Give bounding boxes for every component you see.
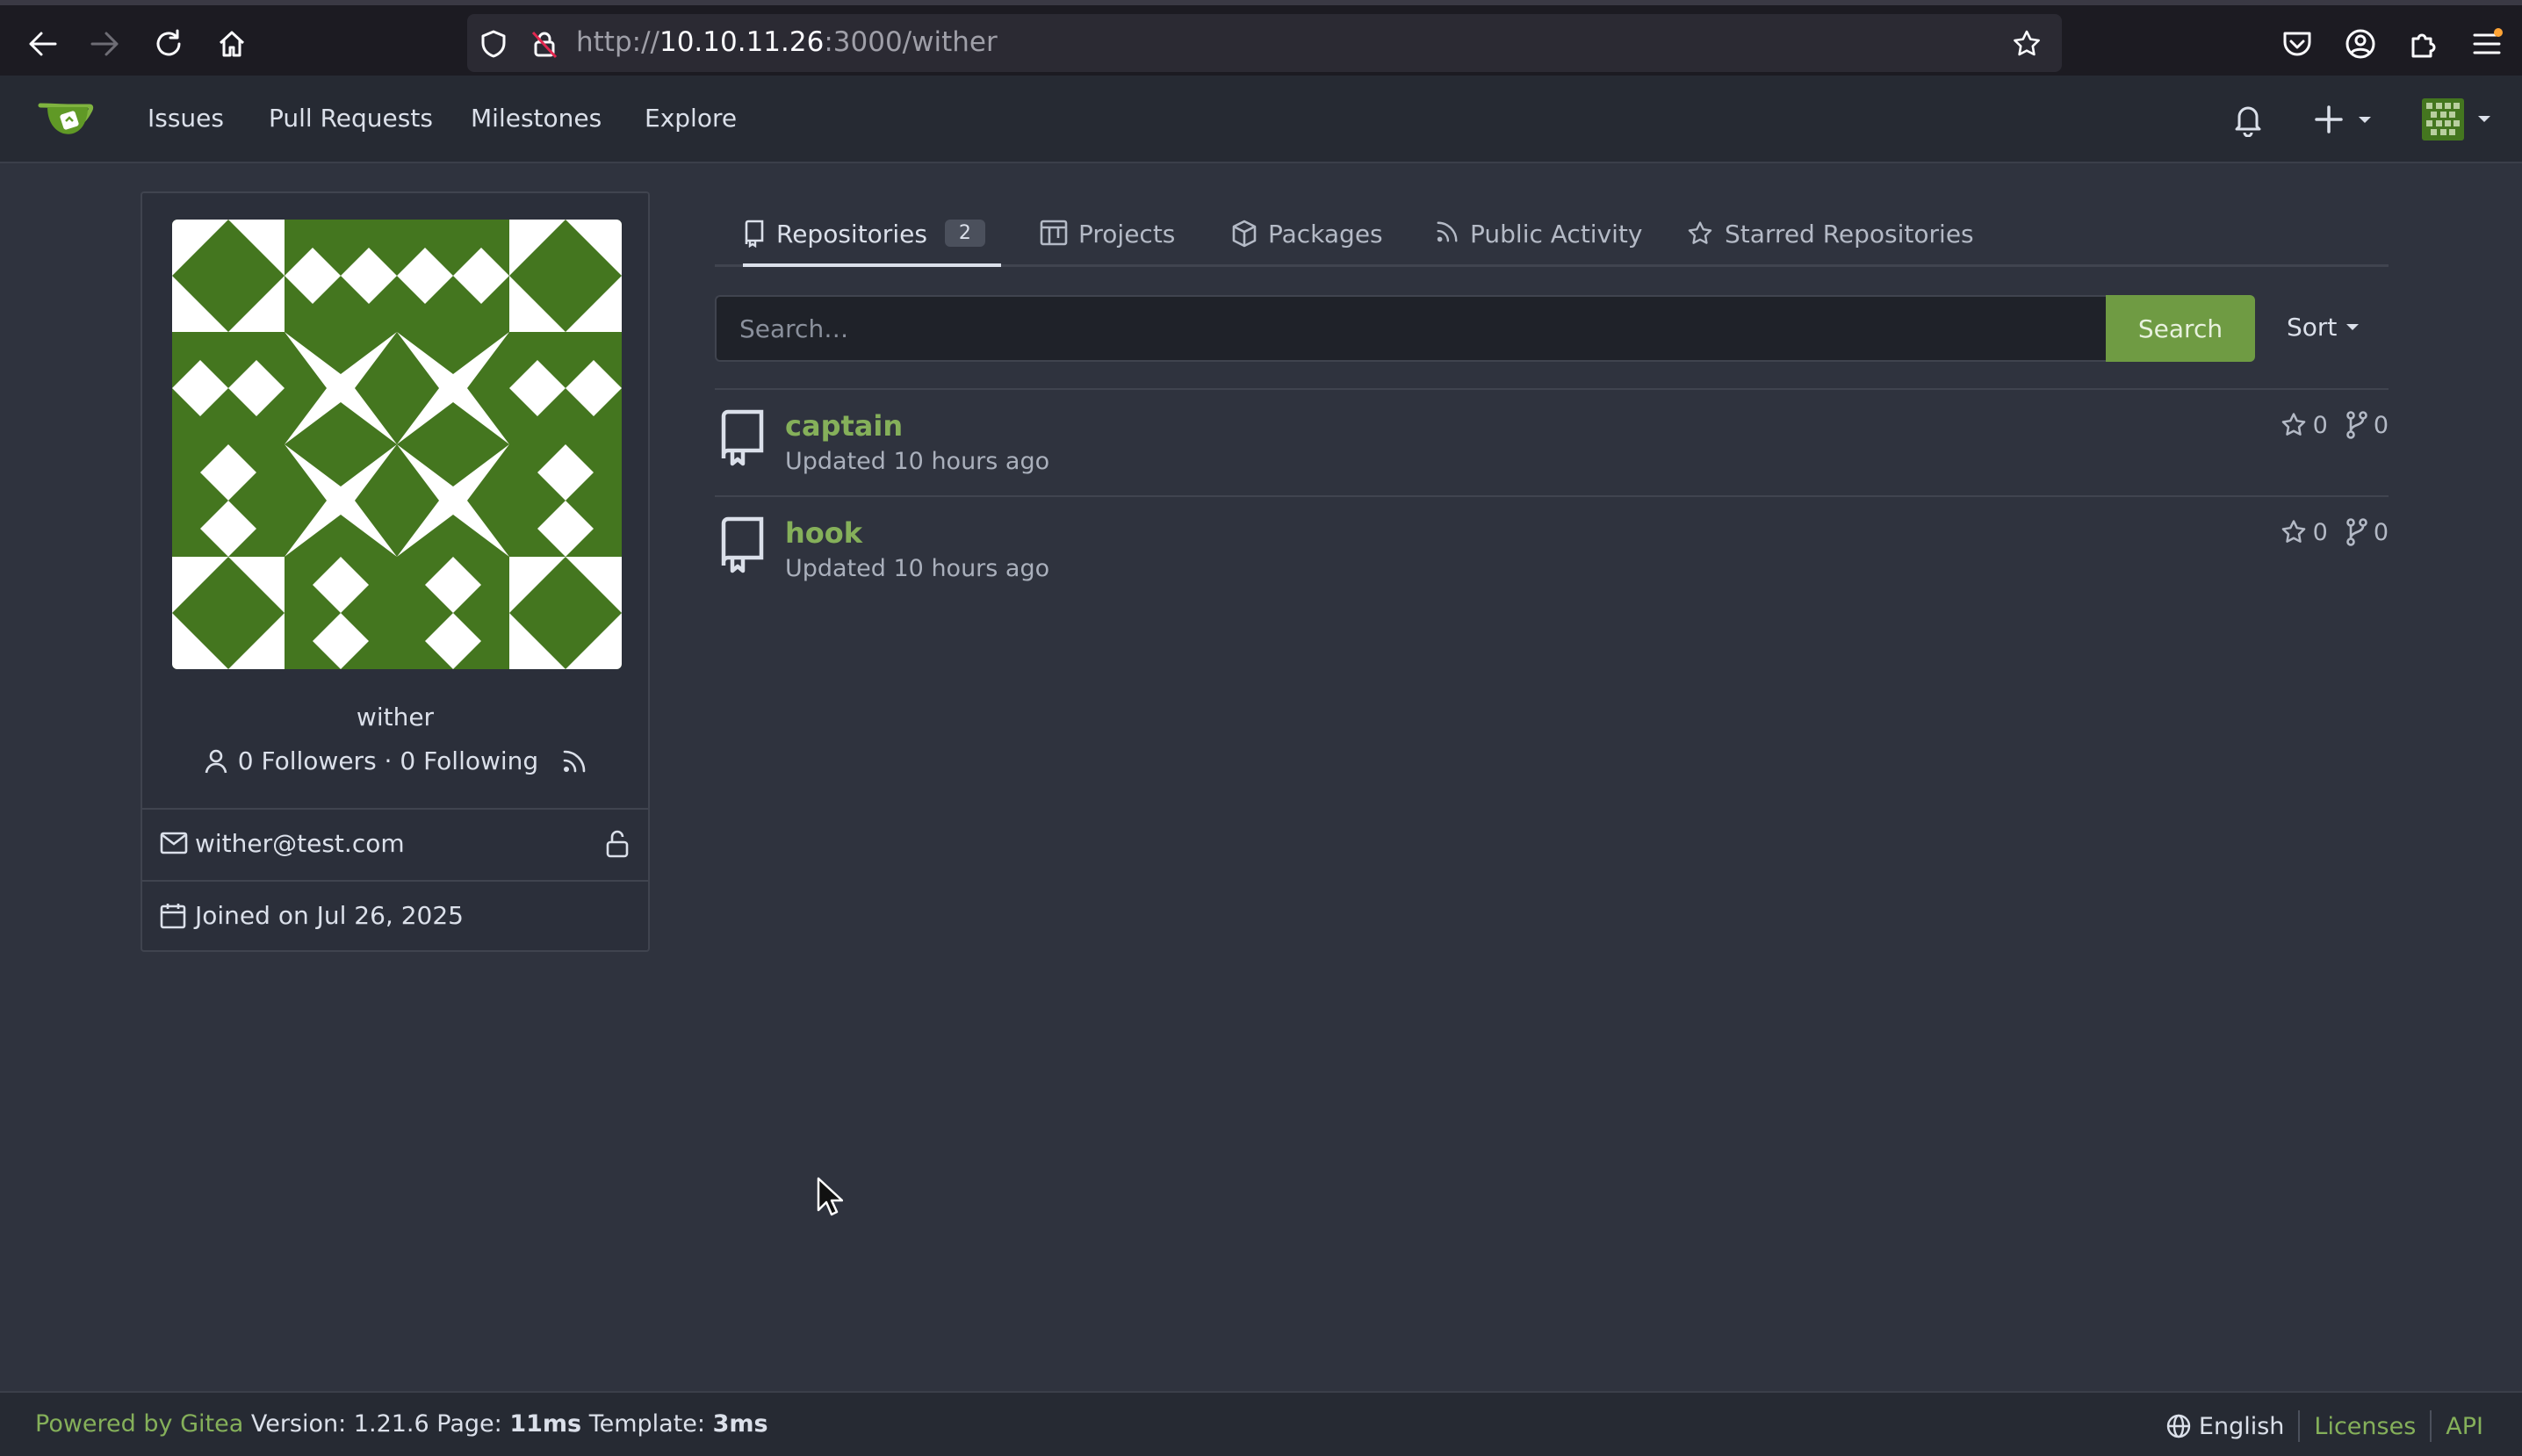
star-icon	[1686, 220, 1714, 248]
language-label: English	[2198, 1412, 2285, 1440]
footer-separator	[2298, 1410, 2301, 1442]
follow-stats: 0 Followers · 0 Following	[142, 746, 648, 775]
joined-date: Joined on Jul 26, 2025	[195, 901, 464, 930]
create-plus-icon[interactable]	[2315, 105, 2378, 133]
repo-icon	[743, 220, 766, 248]
footer-links: English Licenses API	[2165, 1410, 2483, 1442]
repo-stats: 0 0	[2280, 518, 2389, 546]
unlock-icon[interactable]	[604, 829, 630, 859]
globe-icon	[2165, 1413, 2192, 1439]
caret-down-icon	[2345, 323, 2360, 332]
repo-search-input[interactable]	[715, 295, 2109, 362]
url-host: 10.10.11.26	[659, 26, 825, 58]
sort-label: Sort	[2287, 313, 2338, 342]
pocket-icon[interactable]	[2280, 26, 2315, 61]
repo-list-item: captain Updated 10 hours ago 0 0	[715, 390, 2389, 495]
app-menu-icon[interactable]	[2469, 26, 2504, 61]
repo-updated: Updated 10 hours ago	[785, 555, 1050, 582]
repo-name-link[interactable]: hook	[785, 516, 862, 550]
profile-tabs: Repositories 2 Projects Packages Public …	[715, 200, 2389, 267]
rss-feed-icon[interactable]	[561, 748, 587, 775]
nav-issues[interactable]: Issues	[148, 104, 224, 133]
bookmark-star-icon[interactable]	[2011, 28, 2043, 60]
insecure-lock-icon[interactable]	[529, 28, 560, 60]
repo-star-count[interactable]: 0	[2313, 412, 2328, 439]
version-text: Version: 1.21.6 Page:	[250, 1410, 502, 1438]
browser-toolbar: http://10.10.11.26:3000/wither	[0, 0, 2522, 76]
project-board-icon	[1040, 220, 1068, 246]
account-icon[interactable]	[2343, 26, 2378, 61]
template-label: Template:	[588, 1410, 706, 1438]
site-footer: Powered by Gitea Version: 1.21.6 Page: 1…	[0, 1391, 2522, 1456]
search-button[interactable]: Search	[2106, 295, 2255, 362]
tab-packages-label: Packages	[1268, 220, 1383, 249]
url-text[interactable]: http://10.10.11.26:3000/wither	[576, 26, 998, 58]
repo-name-link[interactable]: captain	[785, 409, 903, 443]
followers-link[interactable]: 0 Followers · 0 Following	[238, 746, 538, 775]
url-bar[interactable]: http://10.10.11.26:3000/wither	[467, 14, 2062, 72]
repo-star-count[interactable]: 0	[2313, 519, 2328, 546]
tab-packages[interactable]: Packages	[1231, 211, 1383, 267]
tab-repositories[interactable]: Repositories 2	[743, 211, 1001, 267]
url-path: :3000/wither	[824, 26, 998, 58]
extensions-icon[interactable]	[2406, 26, 2441, 61]
api-link[interactable]: API	[2446, 1413, 2483, 1440]
tab-starred-label: Starred Repositories	[1725, 220, 1974, 249]
calendar-icon	[160, 903, 186, 929]
repo-list-item: hook Updated 10 hours ago 0 0	[715, 497, 2389, 602]
shield-icon[interactable]	[478, 28, 509, 60]
nav-pull-requests[interactable]: Pull Requests	[269, 104, 433, 133]
forward-icon[interactable]	[86, 25, 125, 63]
page-time: 11ms	[509, 1410, 582, 1438]
tab-public-activity[interactable]: Public Activity	[1435, 211, 1642, 267]
profile-username: wither	[356, 703, 435, 732]
repo-stats: 0 0	[2280, 411, 2389, 439]
profile-card: wither 0 Followers · 0 Following wither@…	[141, 191, 650, 952]
rss-icon	[1435, 220, 1459, 244]
back-icon[interactable]	[23, 25, 61, 63]
person-icon	[203, 748, 229, 775]
licenses-link[interactable]: Licenses	[2314, 1413, 2416, 1440]
footer-version-info: Powered by Gitea Version: 1.21.6 Page: 1…	[35, 1410, 768, 1438]
repo-icon	[718, 409, 766, 467]
nav-milestones[interactable]: Milestones	[471, 104, 602, 133]
repositories-count-badge: 2	[944, 220, 985, 247]
user-avatar-menu[interactable]	[2420, 97, 2499, 142]
fork-icon	[2345, 518, 2368, 546]
site-navbar: Issues Pull Requests Milestones Explore	[0, 76, 2522, 163]
url-scheme: http://	[576, 26, 659, 58]
reload-icon[interactable]	[149, 25, 188, 63]
tab-projects-label: Projects	[1078, 220, 1176, 249]
star-icon	[2280, 518, 2308, 546]
star-icon	[2280, 411, 2308, 439]
profile-email[interactable]: wither@test.com	[195, 829, 405, 858]
mouse-cursor-icon	[817, 1177, 843, 1217]
tab-starred-repositories[interactable]: Starred Repositories	[1686, 211, 1974, 267]
fork-icon	[2345, 411, 2368, 439]
nav-explore[interactable]: Explore	[645, 104, 737, 133]
email-row: wither@test.com	[142, 808, 648, 880]
tab-repositories-label: Repositories	[776, 220, 927, 249]
home-icon[interactable]	[213, 25, 251, 63]
tab-public-activity-label: Public Activity	[1470, 220, 1643, 249]
sort-dropdown[interactable]: Sort	[2287, 313, 2360, 342]
repo-fork-count[interactable]: 0	[2374, 412, 2389, 439]
notification-bell-icon[interactable]	[2232, 102, 2264, 137]
mail-icon	[160, 831, 188, 855]
user-avatar	[172, 220, 622, 669]
template-time: 3ms	[712, 1410, 768, 1438]
repo-icon	[718, 516, 766, 574]
footer-separator	[2430, 1410, 2432, 1442]
tab-projects[interactable]: Projects	[1040, 211, 1175, 267]
gitea-logo-icon[interactable]	[37, 95, 95, 144]
joined-row: Joined on Jul 26, 2025	[142, 880, 648, 952]
language-selector[interactable]: English	[2165, 1412, 2285, 1440]
powered-by-gitea-link[interactable]: Powered by Gitea	[35, 1410, 243, 1438]
package-icon	[1231, 220, 1257, 248]
repo-fork-count[interactable]: 0	[2374, 519, 2389, 546]
repo-updated: Updated 10 hours ago	[785, 448, 1050, 475]
